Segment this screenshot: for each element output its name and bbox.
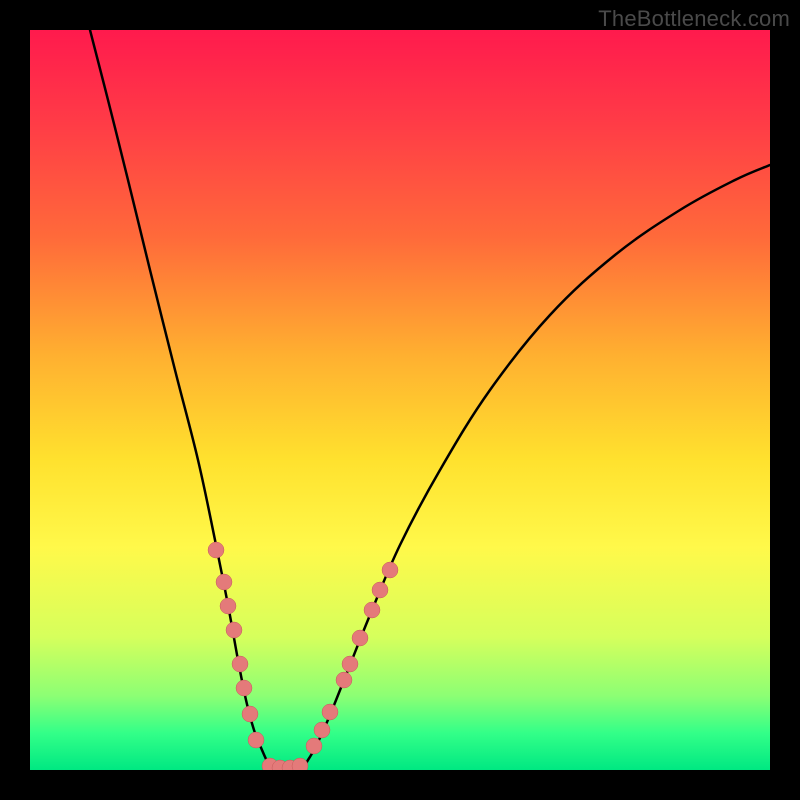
data-point-right-7	[372, 582, 388, 598]
data-point-left-7	[248, 732, 264, 748]
chart-plot-area	[30, 30, 770, 770]
data-point-right-4	[342, 656, 358, 672]
data-point-right-6	[364, 602, 380, 618]
data-point-left-3	[226, 622, 242, 638]
data-point-right-2	[322, 704, 338, 720]
watermark-text: TheBottleneck.com	[598, 6, 790, 32]
data-point-left-0	[208, 542, 224, 558]
data-point-left-2	[220, 598, 236, 614]
data-point-right-3	[336, 672, 352, 688]
data-point-left-4	[232, 656, 248, 672]
data-point-right-0	[306, 738, 322, 754]
data-point-bottom-3	[292, 758, 308, 770]
data-point-left-1	[216, 574, 232, 590]
bottleneck-curve	[90, 30, 770, 770]
data-point-right-5	[352, 630, 368, 646]
data-point-right-1	[314, 722, 330, 738]
data-point-right-8	[382, 562, 398, 578]
data-point-left-6	[242, 706, 258, 722]
chart-svg	[30, 30, 770, 770]
data-point-left-5	[236, 680, 252, 696]
